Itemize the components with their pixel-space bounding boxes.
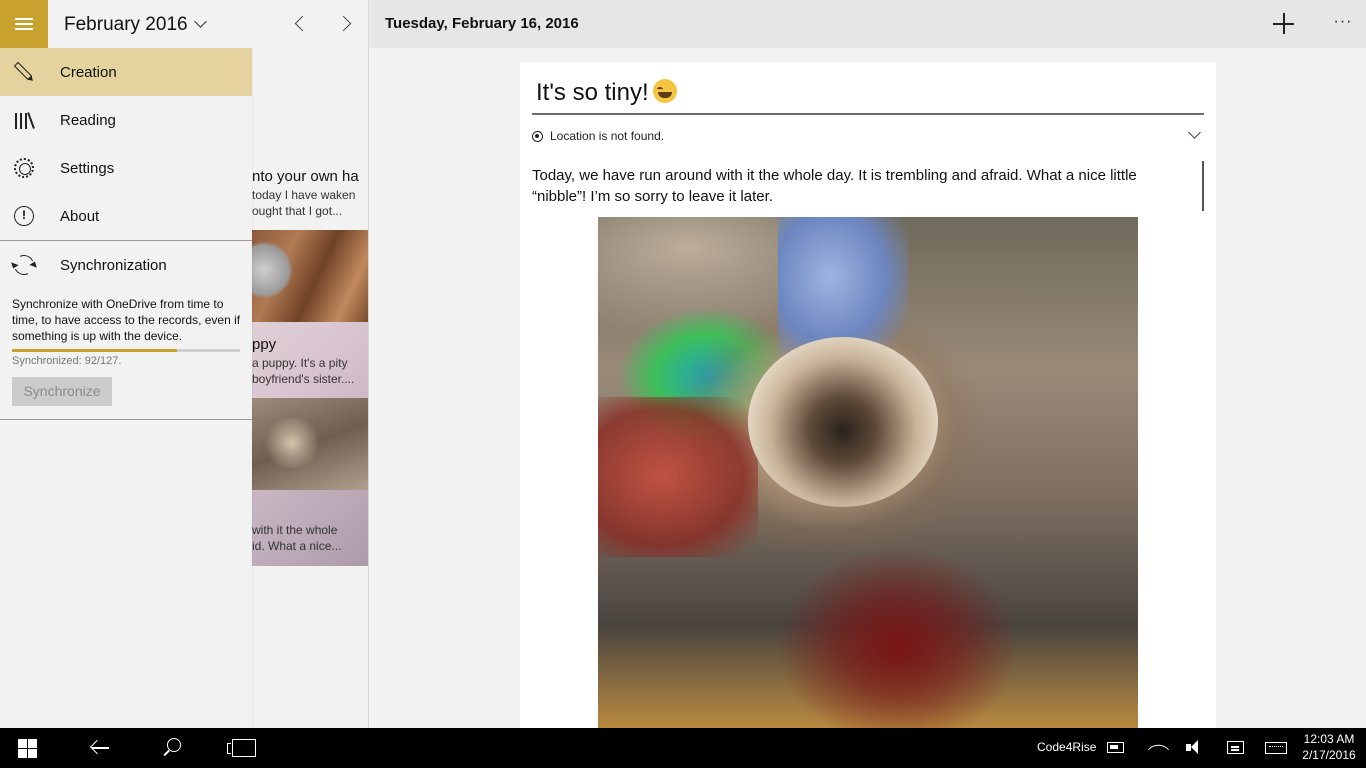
list-item[interactable]: with it the whole id. What a nice... (252, 490, 368, 566)
location-icon (532, 130, 543, 142)
nav-item-creation[interactable]: Creation (0, 48, 252, 96)
hamburger-icon (15, 18, 33, 20)
nav-item-settings[interactable]: Settings (0, 144, 252, 192)
clock-date: 2/17/2016 (1302, 748, 1356, 762)
more-options-button[interactable]: ··· (1331, 12, 1355, 36)
gear-icon (14, 158, 34, 178)
pencil-icon (13, 61, 33, 81)
nav-item-about[interactable]: ! About (0, 192, 252, 240)
entry-preview-text: today I have waken (252, 188, 356, 202)
entry-title-text: It's so tiny! (536, 79, 649, 106)
nav-item-label: Reading (60, 111, 116, 129)
entry-title-field[interactable]: It's so tiny! (532, 76, 1204, 115)
notification-icon[interactable] (1227, 741, 1244, 754)
entry-preview-text: a puppy. It's a pity (252, 356, 348, 370)
wifi-icon[interactable] (1149, 740, 1167, 756)
entry-preview-text: boyfriend's sister.... (252, 372, 355, 386)
back-arrow-icon[interactable] (90, 740, 110, 756)
sync-icon (11, 252, 37, 278)
entry-preview-text: with it the whole (252, 523, 338, 537)
synchronize-button[interactable]: Synchronize (12, 377, 112, 406)
laughing-face-emoji-icon (652, 79, 677, 103)
nav-item-reading[interactable]: Reading (0, 96, 252, 144)
nav-item-label: Creation (60, 63, 117, 81)
nav-item-synchronization[interactable]: Synchronization (0, 241, 252, 289)
task-view-icon[interactable] (227, 739, 256, 757)
navigation-pane: Creation Reading Settings ! About Synchr… (0, 48, 252, 728)
books-icon (15, 111, 35, 129)
info-icon: ! (14, 206, 34, 226)
sync-progress-fill (12, 349, 178, 352)
month-selector[interactable]: February 2016 (64, 14, 207, 36)
hamburger-menu-button[interactable] (0, 0, 48, 48)
divider (0, 419, 252, 420)
volume-icon[interactable] (1186, 740, 1204, 756)
entry-page: It's so tiny! Location is not found. Tod… (520, 62, 1216, 728)
puppy-photo[interactable] (598, 217, 1138, 728)
list-item[interactable]: nto your own ha today I have waken ought… (252, 168, 368, 230)
list-header: February 2016 (0, 0, 368, 48)
nav-item-label: Settings (60, 159, 115, 177)
list-item[interactable]: ppy a puppy. It's a pity boyfriend's sis… (252, 322, 368, 398)
month-label: February 2016 (64, 14, 188, 35)
entry-thumbnail[interactable] (252, 398, 368, 490)
windows-start-icon[interactable] (18, 739, 38, 759)
next-month-button[interactable] (336, 14, 356, 34)
chevron-down-icon (193, 15, 207, 28)
taskbar-app-label[interactable]: Code4Rise (1037, 740, 1096, 754)
sync-description: Synchronize with OneDrive from time to t… (12, 297, 241, 343)
search-icon[interactable] (162, 738, 182, 758)
taskbar: Code4Rise 12:03 AM 2/17/2016 (0, 728, 1366, 768)
entry-thumbnail[interactable] (252, 230, 368, 322)
entry-preview-text: ought that I got... (252, 204, 343, 218)
entry-date: Tuesday, February 16, 2016 (385, 15, 579, 32)
keyboard-icon[interactable] (1265, 742, 1287, 754)
sync-status-text: Synchronized: 92/127. (12, 355, 122, 367)
entry-body-text[interactable]: Today, we have run around with it the wh… (532, 165, 1192, 207)
add-entry-button[interactable] (1272, 12, 1296, 36)
entry-preview-title: ppy (252, 336, 277, 353)
entry-header-bar: Tuesday, February 16, 2016 ··· (369, 0, 1366, 48)
entry-preview-text: id. What a nice... (252, 539, 342, 553)
entry-preview-title: nto your own ha (252, 168, 359, 185)
location-row[interactable]: Location is not found. (532, 126, 1204, 144)
sync-progress-bar (12, 349, 240, 352)
clock-time: 12:03 AM (1303, 732, 1355, 746)
taskbar-clock[interactable]: 12:03 AM 2/17/2016 (1298, 731, 1360, 763)
nav-item-label: About (60, 207, 100, 225)
chevron-down-icon[interactable] (1188, 126, 1201, 139)
nav-item-label: Synchronization (60, 256, 167, 274)
scrollbar-thumb[interactable] (1202, 161, 1204, 211)
battery-icon[interactable] (1107, 742, 1124, 753)
location-text: Location is not found. (550, 129, 665, 143)
previous-month-button[interactable] (290, 14, 310, 34)
